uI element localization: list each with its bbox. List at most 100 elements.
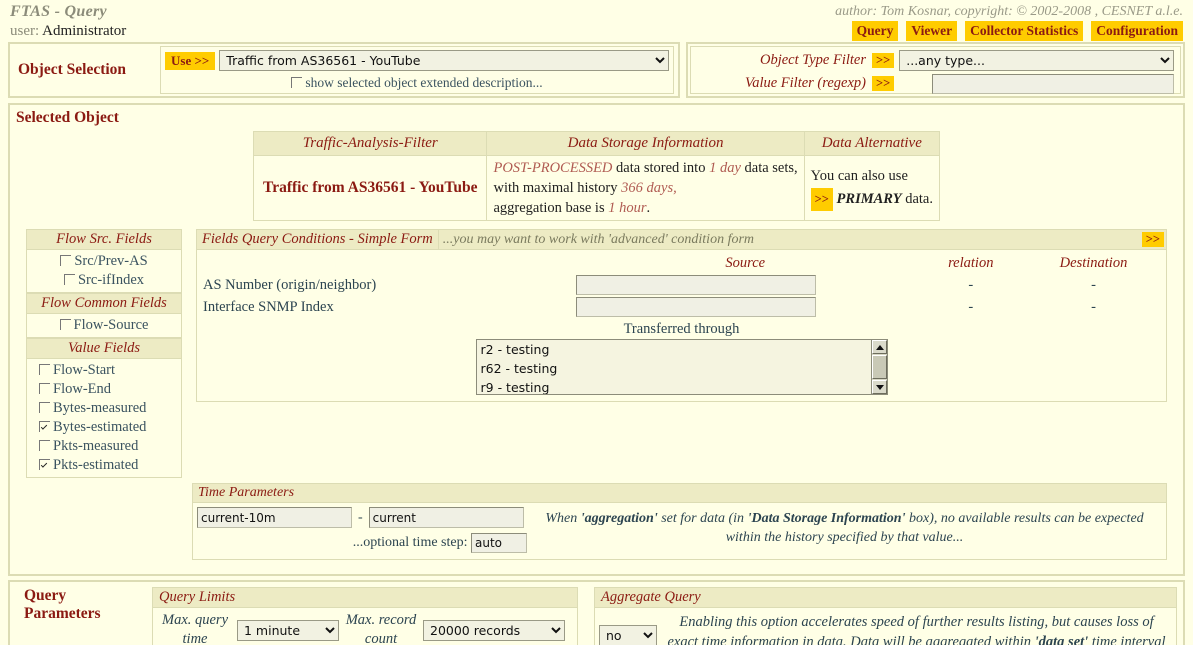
checkbox-bytes-estimated[interactable]: [39, 421, 50, 432]
object-type-filter-go-button[interactable]: >>: [872, 53, 895, 68]
aggregate-query-dropdown[interactable]: no: [599, 625, 657, 645]
time-note-c: set for data (in: [657, 511, 748, 526]
max-query-time-label: Max. query time: [161, 612, 229, 645]
extended-description-label: show selected object extended descriptio…: [305, 75, 543, 90]
field-item-bytes-estimated[interactable]: Bytes-estimated: [27, 418, 181, 437]
user-label: user:: [10, 23, 40, 39]
extended-description-checkbox[interactable]: [291, 77, 303, 88]
as-number-source-input[interactable]: [575, 275, 816, 295]
alternative-line1: You can also use: [810, 168, 908, 184]
field-group-body-value-fields: Flow-Start Flow-End Bytes-measured Bytes…: [26, 359, 182, 478]
value-filter-row: Value Filter (regexp) >>: [694, 72, 1177, 95]
time-from-input[interactable]: [197, 507, 352, 528]
scroll-down-icon[interactable]: [871, 380, 887, 394]
checkbox-pkts-measured[interactable]: [39, 440, 50, 451]
field-item-src-ifindex[interactable]: Src-ifIndex: [27, 271, 181, 290]
storage-text3: with maximal history: [493, 180, 618, 196]
nav-item-collector-statistics[interactable]: Collector Statistics: [965, 21, 1084, 41]
checkbox-pkts-estimated[interactable]: [39, 459, 50, 470]
filter-name-text: Traffic from AS36561 - YouTube: [263, 179, 478, 196]
field-group-body-flow-src: Src/Prev-AS Src-ifIndex: [26, 250, 182, 293]
transferred-through-listbox[interactable]: r2 - testing r62 - testing r9 - testing: [475, 339, 888, 395]
storage-dataset: 1 day: [709, 160, 741, 176]
field-item-flow-start[interactable]: Flow-Start: [27, 361, 181, 380]
field-item-flow-end[interactable]: Flow-End: [27, 380, 181, 399]
object-type-filter-label: Object Type Filter: [759, 52, 866, 68]
max-record-count-dropdown[interactable]: 20000 records: [423, 619, 565, 641]
max-query-time-dropdown[interactable]: 1 minute: [237, 619, 339, 641]
col-traffic-analysis-filter: Traffic-Analysis-Filter: [253, 131, 488, 156]
selected-object-label: Selected Object: [16, 109, 119, 126]
selected-object-panel: Selected Object Traffic-Analysis-Filter …: [8, 103, 1185, 576]
checkbox-bytes-measured[interactable]: [39, 402, 50, 413]
field-item-pkts-estimated[interactable]: Pkts-estimated: [27, 456, 181, 475]
checkbox-flow-start[interactable]: [39, 364, 50, 375]
query-limits-row: Max. query time 1 minute Max. record cou…: [159, 611, 571, 645]
label-flow-start: Flow-Start: [53, 362, 116, 378]
value-filter-go-button[interactable]: >>: [872, 76, 895, 91]
aggregate-note-b: 'data set': [1034, 634, 1089, 645]
field-groups-column: Flow Src. Fields Src/Prev-AS Src-ifIndex…: [26, 229, 182, 478]
field-item-bytes-measured[interactable]: Bytes-measured: [27, 399, 181, 418]
aggregate-query-title: Aggregate Query: [595, 588, 1176, 608]
time-range-separator: -: [358, 509, 363, 525]
label-bytes-measured: Bytes-measured: [53, 400, 147, 416]
value-filter-input[interactable]: [932, 73, 1174, 94]
page-header: FTAS - Query user: Administrator author:…: [0, 0, 1193, 42]
scrollbar-thumb[interactable]: [871, 355, 887, 379]
condition-relation-snmp-index: -: [968, 298, 974, 315]
field-item-pkts-measured[interactable]: Pkts-measured: [27, 437, 181, 456]
storage-text4: aggregation base is: [493, 200, 605, 216]
nav-item-configuration[interactable]: Configuration: [1091, 21, 1183, 41]
checkbox-flow-end[interactable]: [39, 383, 50, 394]
aggregate-select-wrap: no: [599, 612, 657, 645]
storage-history: 366 days,: [621, 180, 677, 196]
condition-label-as-number: AS Number (origin/neighbor): [203, 276, 377, 293]
advanced-form-go-button[interactable]: >>: [1141, 232, 1164, 247]
primary-data-go-button[interactable]: >>: [810, 188, 833, 211]
field-group-title-value-fields: Value Fields: [26, 338, 182, 359]
nav-item-viewer[interactable]: Viewer: [906, 21, 958, 41]
list-item[interactable]: r2 - testing: [477, 340, 887, 359]
query-parameters-label-line2: Parameters: [24, 605, 101, 622]
conditions-hint: ...you may want to work with 'advanced' …: [442, 231, 755, 247]
time-to-input[interactable]: [368, 507, 524, 528]
filters-inner: Object Type Filter >> ...any type... Val…: [690, 46, 1181, 94]
field-item-src-prev-as[interactable]: Src/Prev-AS: [27, 252, 181, 271]
query-limits-body: Max. query time 1 minute Max. record cou…: [153, 608, 577, 645]
checkbox-src-prev-as[interactable]: [60, 255, 72, 266]
label-src-prev-as: Src/Prev-AS: [74, 253, 148, 269]
field-item-flow-source[interactable]: Flow-Source: [27, 316, 181, 335]
list-item[interactable]: r62 - testing: [477, 359, 887, 378]
table-row: AS Number (origin/neighbor) - -: [203, 274, 1160, 296]
alternative-primary: PRIMARY: [836, 191, 902, 207]
condition-destination-snmp-index: -: [1091, 298, 1096, 315]
col-data-storage-information: Data Storage Information: [486, 131, 805, 156]
object-type-filter-dropdown[interactable]: ...any type...: [899, 50, 1174, 71]
checkbox-src-ifindex[interactable]: [63, 274, 75, 285]
snmp-index-source-input[interactable]: [575, 297, 816, 317]
extended-description-row[interactable]: show selected object extended descriptio…: [165, 75, 669, 91]
query-parameters-label: Query Parameters: [24, 587, 152, 623]
listbox-scrollbar[interactable]: [870, 340, 887, 394]
table-row: Traffic from AS36561 - YouTube POST-PROC…: [253, 155, 940, 221]
main-nav: Query Viewer Collector Statistics Config…: [835, 21, 1183, 41]
list-item[interactable]: r9 - testing: [477, 378, 887, 394]
selected-object-dropdown[interactable]: Traffic from AS36561 - YouTube: [219, 50, 669, 71]
label-flow-source: Flow-Source: [73, 317, 149, 333]
use-button[interactable]: Use >>: [165, 51, 216, 70]
storage-mode: POST-PROCESSED: [493, 160, 613, 176]
conditions-panel: Fields Query Conditions - Simple Form ..…: [196, 229, 1167, 402]
checkbox-flow-source[interactable]: [59, 319, 71, 330]
copyright-text: author: Tom Kosnar, copyright: © 2002-20…: [835, 4, 1183, 19]
time-step-input[interactable]: [471, 533, 527, 553]
label-flow-end: Flow-End: [53, 381, 111, 397]
transferred-through-label: Transferred through: [623, 321, 740, 337]
nav-item-query[interactable]: Query: [851, 21, 899, 41]
conditions-table: Source relation Destination AS Number (o…: [203, 254, 1160, 318]
scroll-up-icon[interactable]: [871, 340, 887, 354]
conditions-title: Fields Query Conditions - Simple Form: [197, 230, 439, 249]
filters-panel: Object Type Filter >> ...any type... Val…: [686, 42, 1185, 98]
object-selection-panel: Object Selection Use >> Traffic from AS3…: [8, 42, 680, 98]
conditions-col-relation: relation: [948, 255, 994, 271]
